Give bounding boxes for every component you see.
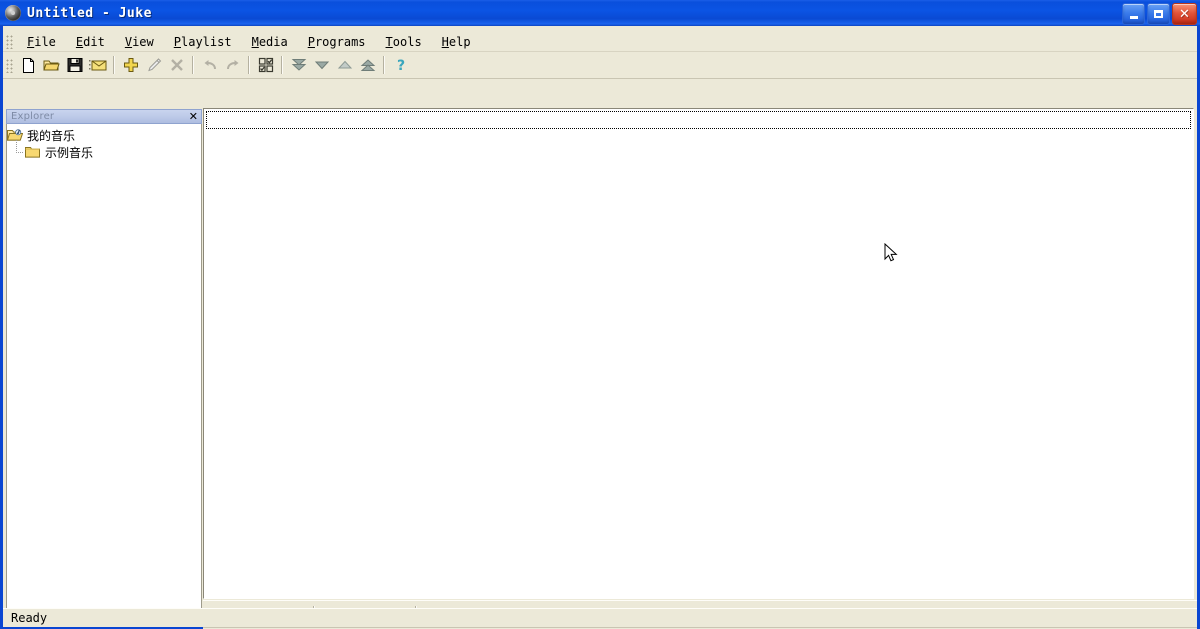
help-icon: ? <box>396 58 404 73</box>
explorer-tree[interactable]: 我的音乐 示例音乐 <box>6 124 202 624</box>
save-icon <box>67 58 82 72</box>
menu-programs[interactable]: Programs <box>298 33 376 51</box>
explorer-title: Explorer <box>11 111 55 122</box>
select-all-button[interactable] <box>254 54 277 76</box>
menu-file[interactable]: File <box>17 33 66 51</box>
menu-bar: File Edit View Playlist Media Programs T… <box>3 32 1197 52</box>
status-bar: Ready <box>3 608 1197 627</box>
delete-button[interactable] <box>165 54 188 76</box>
explorer-caption-bar[interactable]: Explorer ✕ <box>6 109 202 124</box>
move-down-button[interactable] <box>310 54 333 76</box>
minimize-icon <box>1129 15 1138 19</box>
disc-icon <box>5 5 21 21</box>
move-bottom-icon <box>291 59 306 71</box>
application-window: Untitled - Juke ✕ File Edit View Playlis… <box>0 0 1200 629</box>
toolbar-separator <box>113 56 115 74</box>
playlist-focus-rect <box>206 111 1191 129</box>
menu-playlist[interactable]: Playlist <box>164 33 242 51</box>
tree-item-my-music[interactable]: 我的音乐 <box>7 127 201 144</box>
tree-item-label: 示例音乐 <box>45 146 94 160</box>
close-button[interactable]: ✕ <box>1172 3 1197 25</box>
toolbar-separator <box>383 56 385 74</box>
window-controls: ✕ <box>1122 3 1197 25</box>
body-area: Explorer ✕ 我的音乐 示例音乐 <box>3 79 1197 629</box>
select-all-icon <box>258 57 273 73</box>
toolbar-separator <box>281 56 283 74</box>
main-toolbar: ? <box>3 52 1197 79</box>
move-top-icon <box>360 59 375 71</box>
close-icon: ✕ <box>1179 6 1190 22</box>
maximize-button[interactable] <box>1147 3 1170 25</box>
menu-tools[interactable]: Tools <box>376 33 432 51</box>
explorer-close-button[interactable]: ✕ <box>189 110 198 124</box>
toolbar-separator <box>192 56 194 74</box>
client-area: File Edit View Playlist Media Programs T… <box>3 26 1197 629</box>
tree-item-sample-music[interactable]: 示例音乐 <box>7 140 201 161</box>
svg-text:?: ? <box>396 58 404 73</box>
minimize-button[interactable] <box>1122 3 1145 25</box>
menu-grip[interactable] <box>5 34 13 49</box>
new-icon <box>23 57 34 73</box>
add-plus-icon <box>123 58 138 72</box>
menu-edit[interactable]: Edit <box>66 33 115 51</box>
menu-media[interactable]: Media <box>242 33 298 51</box>
playlist-view[interactable] <box>203 108 1194 599</box>
add-button[interactable] <box>119 54 142 76</box>
tree-item-label: 我的音乐 <box>27 129 76 143</box>
status-message: Ready <box>11 611 48 625</box>
move-top-button[interactable] <box>356 54 379 76</box>
menu-view[interactable]: View <box>115 33 164 51</box>
music-note-overlay <box>15 129 22 136</box>
edit-pencil-icon <box>147 58 161 72</box>
move-up-button[interactable] <box>333 54 356 76</box>
menu-help[interactable]: Help <box>432 33 481 51</box>
toolbar-grip[interactable] <box>5 57 13 73</box>
edit-button[interactable] <box>142 54 165 76</box>
move-up-icon <box>337 60 352 69</box>
move-bottom-button[interactable] <box>287 54 310 76</box>
save-button[interactable] <box>63 54 86 76</box>
move-down-icon <box>314 61 329 70</box>
new-button[interactable] <box>17 54 40 76</box>
help-button[interactable]: ? <box>389 54 412 76</box>
open-folder-icon <box>42 60 60 71</box>
redo-button[interactable] <box>221 54 244 76</box>
folder-icon <box>25 147 40 158</box>
undo-button[interactable] <box>198 54 221 76</box>
delete-x-icon <box>170 59 183 71</box>
open-music-folder-icon <box>7 129 23 141</box>
mail-button[interactable] <box>86 54 109 76</box>
undo-icon <box>204 60 216 70</box>
open-button[interactable] <box>40 54 63 76</box>
window-title: Untitled - Juke <box>27 5 152 21</box>
maximize-icon <box>1154 10 1163 18</box>
explorer-panel: Explorer ✕ 我的音乐 示例音乐 <box>6 109 202 626</box>
mail-icon <box>88 60 106 71</box>
redo-icon <box>226 60 238 70</box>
toolbar-separator <box>248 56 250 74</box>
title-bar[interactable]: Untitled - Juke ✕ <box>0 0 1200 26</box>
